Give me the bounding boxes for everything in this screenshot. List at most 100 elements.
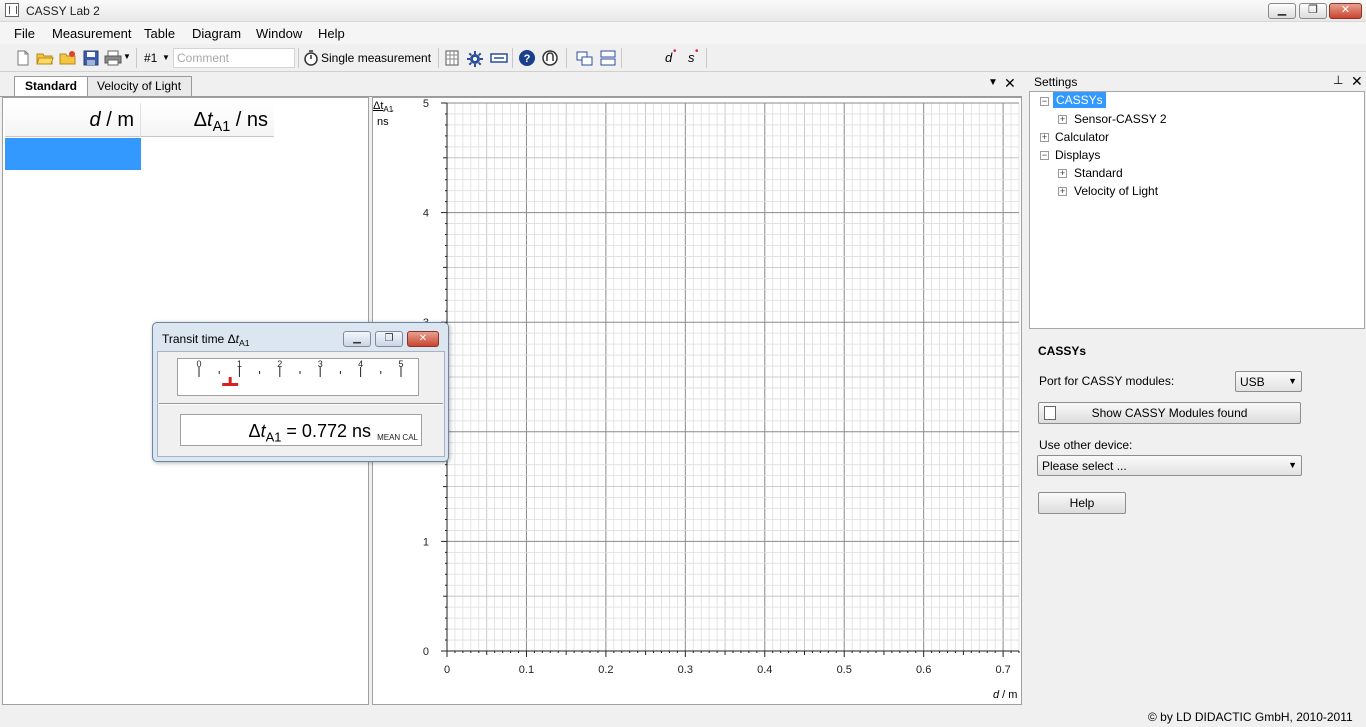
x-axis-label: d / m [993,689,1017,701]
save-icon[interactable] [82,49,100,67]
other-device-label: Use other device: [1039,438,1133,452]
tabs-dropdown-icon[interactable]: ▼ [988,77,998,88]
port-label: Port for CASSY modules: [1039,374,1175,388]
menu-file[interactable]: File [14,26,35,41]
meter-scale-label: 0 [196,359,201,369]
menu-window[interactable]: Window [256,26,302,41]
display-tabs: Standard Velocity of Light ▼ ✕ [0,73,1022,97]
app-icon [5,3,19,17]
meter-minimize-button[interactable]: ▁ [343,331,371,347]
x-tick-label: 0.6 [916,664,931,676]
menu-help[interactable]: Help [318,26,345,41]
restore-button[interactable]: ❐ [1299,3,1327,19]
measurement-number[interactable]: #1 [144,51,157,65]
y-tick-label: 1 [423,536,429,548]
menu-table[interactable]: Table [144,26,175,41]
info-icon[interactable] [541,49,559,67]
window-cascade-icon[interactable] [576,50,594,68]
meter-scale-label: 2 [277,359,282,369]
show-modules-button[interactable]: Show CASSY Modules found [1038,402,1301,424]
settings-close-icon[interactable]: ✕ [1351,73,1363,90]
x-tick-label: 0.4 [757,664,772,676]
copyright: © by LD DIDACTIC GmbH, 2010-2011 [1148,710,1353,724]
device-select[interactable]: Please select ... ▼ [1037,455,1302,476]
meter-title-prefix: Transit time Δ [162,332,236,346]
chevron-down-icon: ▼ [1288,460,1297,470]
settings-title: Settings [1034,75,1078,89]
selected-cell[interactable] [5,138,141,170]
expand-icon[interactable]: + [1058,169,1067,178]
meter-scale-label: 4 [358,359,363,369]
expand-icon[interactable]: + [1040,133,1049,142]
tab-velocity-of-light[interactable]: Velocity of Light [86,76,193,96]
print-icon[interactable] [104,49,122,67]
column-symbol-prefix: Δ [193,109,208,131]
column-sub: A1 [212,119,231,136]
comment-input[interactable] [173,48,295,68]
d-quantity-button[interactable]: d [665,50,672,65]
tree-node-standard[interactable]: Standard [1074,166,1123,180]
readout-number: = 0.772 ns [281,421,371,441]
column-symbol: d [89,109,101,131]
print-dropdown-icon[interactable]: ▼ [123,52,131,61]
tree-node-displays[interactable]: Displays [1055,148,1100,162]
display-icon[interactable] [490,49,508,67]
close-button[interactable]: ✕ [1329,3,1362,19]
open-folder-icon[interactable] [36,49,54,67]
meter-scale-label: 1 [237,359,242,369]
meter-needle-icon [222,377,239,386]
y-axis-unit: ns [377,115,389,128]
port-select-value: USB [1240,375,1265,389]
menu-measurement[interactable]: Measurement [52,26,131,41]
x-tick-label: 0.7 [995,664,1010,676]
open-example-icon[interactable] [59,49,77,67]
diagram-chart[interactable]: 00.10.20.30.40.50.60.7012345 [373,98,1021,704]
channel-dot-icon: • [673,46,677,57]
port-select[interactable]: USB ▼ [1235,371,1302,392]
single-measurement-button[interactable]: Single measurement [321,51,431,65]
window-title: CASSY Lab 2 [26,4,100,18]
meter-scale-label: 5 [398,359,403,369]
collapse-icon[interactable]: − [1040,151,1049,160]
title-bar: CASSY Lab 2 ▁ ❐ ✕ [0,0,1366,22]
device-select-value: Please select ... [1042,459,1127,473]
measurement-number-dropdown-icon[interactable]: ▼ [162,53,170,62]
meter-divider [159,403,443,405]
s-quantity-button[interactable]: s [688,50,695,65]
column-header-dt[interactable]: ΔtA1 / ns [140,103,274,137]
transit-time-meter-window[interactable]: Transit time ΔtA1 ▁ ❐ ✕ 0 1 2 3 4 5 ΔtA1 = 0.… [152,322,449,462]
readout-tag: MEAN CAL [377,433,418,442]
stopwatch-icon[interactable] [302,49,320,67]
show-modules-label: Show CASSY Modules found [1091,406,1248,420]
minimize-button[interactable]: ▁ [1268,3,1296,19]
y-axis-symbol: Δt [373,100,384,112]
y-tick-label: 0 [423,646,429,658]
help-button[interactable]: Help [1038,492,1126,514]
readout-prefix: Δ [248,421,261,441]
window-tile-icon[interactable] [599,49,617,67]
column-header-d[interactable]: d / m [5,103,140,137]
pin-icon[interactable]: ⊥ [1333,73,1343,87]
expand-icon[interactable]: + [1058,187,1067,196]
meter-close-button[interactable]: ✕ [407,331,439,347]
tree-node-cassys[interactable]: CASSYs [1053,92,1106,108]
tree-node-sensor-cassy[interactable]: Sensor-CASSY 2 [1074,112,1167,126]
x-tick-label: 0.2 [598,664,613,676]
readout-sub: A1 [265,429,282,445]
new-file-icon[interactable] [14,49,32,67]
menu-diagram[interactable]: Diagram [192,26,241,41]
meter-title-sub: A1 [238,338,250,349]
help-icon[interactable]: ? [518,49,536,67]
table-view-icon[interactable] [443,49,461,67]
y-tick-label: 5 [423,98,429,110]
x-tick-label: 0.1 [519,664,534,676]
tabs-close-icon[interactable]: ✕ [1004,75,1016,92]
expand-icon[interactable]: + [1058,115,1067,124]
meter-restore-button[interactable]: ❐ [375,331,403,347]
collapse-icon[interactable]: − [1040,97,1049,106]
analog-meter: 0 1 2 3 4 5 [177,358,419,396]
tab-standard[interactable]: Standard [14,76,89,96]
tree-node-calculator[interactable]: Calculator [1055,130,1109,144]
settings-gear-icon[interactable] [466,50,484,68]
tree-node-velocity-of-light[interactable]: Velocity of Light [1074,184,1158,198]
